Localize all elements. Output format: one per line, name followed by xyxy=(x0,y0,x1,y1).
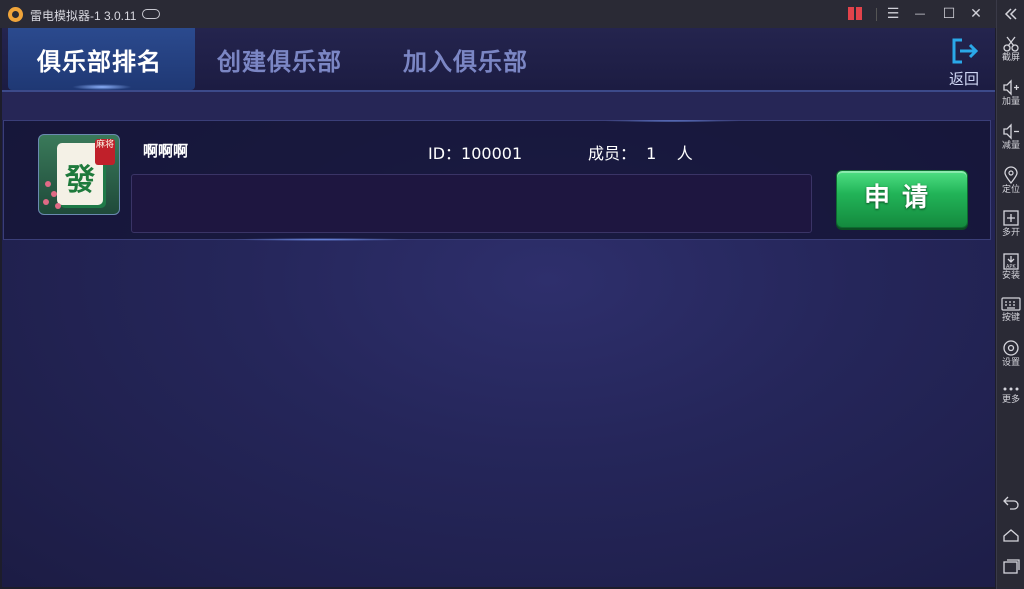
svg-text:APK: APK xyxy=(1006,264,1016,270)
exit-arrow-icon xyxy=(952,38,979,64)
volume-up-icon xyxy=(1003,79,1019,96)
sidebar-item-settings[interactable]: 设置 xyxy=(997,339,1024,368)
sidebar-item-label: 多开 xyxy=(1001,228,1020,238)
blossom-decor xyxy=(55,203,61,209)
app-logo-icon xyxy=(8,7,23,22)
keyboard-icon xyxy=(1001,297,1021,311)
sidebar-item-label: 截屏 xyxy=(1001,53,1020,63)
sidebar-item-location[interactable]: 定位 xyxy=(997,166,1024,195)
sidebar-item-label: 更多 xyxy=(1001,395,1020,405)
gift-icon[interactable] xyxy=(848,7,862,20)
window-title: 雷电模拟器-1 3.0.11 xyxy=(30,9,137,23)
sidebar-item-keymapping[interactable]: 按键 xyxy=(997,296,1024,323)
emulator-sidebar: 截屏 加量 减量 定位 多开 APK 安装 按键 设置 更多 xyxy=(996,0,1024,589)
club-avatar: 發 麻将 xyxy=(38,134,120,215)
gear-icon xyxy=(1003,340,1019,356)
sidebar-item-install-apk[interactable]: APK 安装 xyxy=(997,252,1024,281)
club-description-box xyxy=(131,174,812,233)
blossom-decor xyxy=(45,181,51,187)
sidebar-item-label: 设置 xyxy=(1001,358,1020,368)
sidebar-item-multi-instance[interactable]: 多开 xyxy=(997,209,1024,238)
blossom-decor xyxy=(43,199,49,205)
double-chevron-left-icon[interactable] xyxy=(997,7,1024,21)
sidebar-item-label: 按键 xyxy=(1001,313,1020,323)
list-header-strip xyxy=(2,92,995,120)
sidebar-item-volume-down[interactable]: 减量 xyxy=(997,123,1024,151)
row-glow-decor xyxy=(602,120,742,122)
sidebar-item-more[interactable]: 更多 xyxy=(997,384,1024,405)
multi-window-icon xyxy=(1003,210,1019,226)
club-member-count: 成员： 1 人 xyxy=(588,144,693,163)
more-dots-icon xyxy=(1003,387,1019,391)
close-button[interactable]: ✕ xyxy=(967,5,985,23)
menu-button[interactable]: ☰ xyxy=(884,5,902,23)
tab-join-club[interactable]: 加入俱乐部 xyxy=(403,42,528,77)
recent-apps-icon[interactable] xyxy=(997,558,1024,574)
sidebar-item-label: 安装 xyxy=(1001,271,1020,281)
blossom-decor xyxy=(51,191,57,197)
game-screen: 俱乐部排名 创建俱乐部 加入俱乐部 返回 發 麻将 啊啊啊 ID：100001 … xyxy=(2,28,995,587)
seal-badge: 麻将 xyxy=(95,139,115,165)
home-icon[interactable] xyxy=(997,527,1024,543)
active-tab-glow xyxy=(72,84,132,90)
maximize-button[interactable]: ☐ xyxy=(940,5,958,23)
club-list-item: 發 麻将 啊啊啊 ID：100001 成员： 1 人 申请 xyxy=(3,120,991,240)
minimize-button[interactable]: — xyxy=(911,5,929,23)
apply-button[interactable]: 申请 xyxy=(836,170,968,228)
sidebar-item-label: 减量 xyxy=(1001,141,1020,151)
tab-create-club[interactable]: 创建俱乐部 xyxy=(217,42,342,77)
club-tabbar: 俱乐部排名 创建俱乐部 加入俱乐部 返回 xyxy=(2,28,995,92)
club-id: ID：100001 xyxy=(428,144,523,163)
sidebar-item-label: 定位 xyxy=(1001,185,1020,195)
location-pin-icon xyxy=(1004,166,1018,184)
sidebar-item-screenshot[interactable]: 截屏 xyxy=(997,35,1024,63)
back-button[interactable]: 返回 xyxy=(944,34,984,88)
gamepad-icon[interactable] xyxy=(142,9,160,19)
titlebar-divider xyxy=(876,8,877,21)
apk-install-icon: APK xyxy=(1003,253,1019,270)
back-label: 返回 xyxy=(949,70,980,88)
row-glow-decor xyxy=(232,238,412,241)
scissors-icon xyxy=(1003,36,1019,52)
club-name: 啊啊啊 xyxy=(143,142,189,160)
window-titlebar: 雷电模拟器-1 3.0.11 ☰ — ☐ ✕ xyxy=(0,0,996,28)
tab-club-ranking[interactable]: 俱乐部排名 xyxy=(37,42,162,77)
sidebar-item-label: 加量 xyxy=(1001,97,1020,107)
back-arrow-icon[interactable] xyxy=(997,494,1024,510)
volume-down-icon xyxy=(1003,123,1019,140)
sidebar-item-volume-up[interactable]: 加量 xyxy=(997,79,1024,107)
